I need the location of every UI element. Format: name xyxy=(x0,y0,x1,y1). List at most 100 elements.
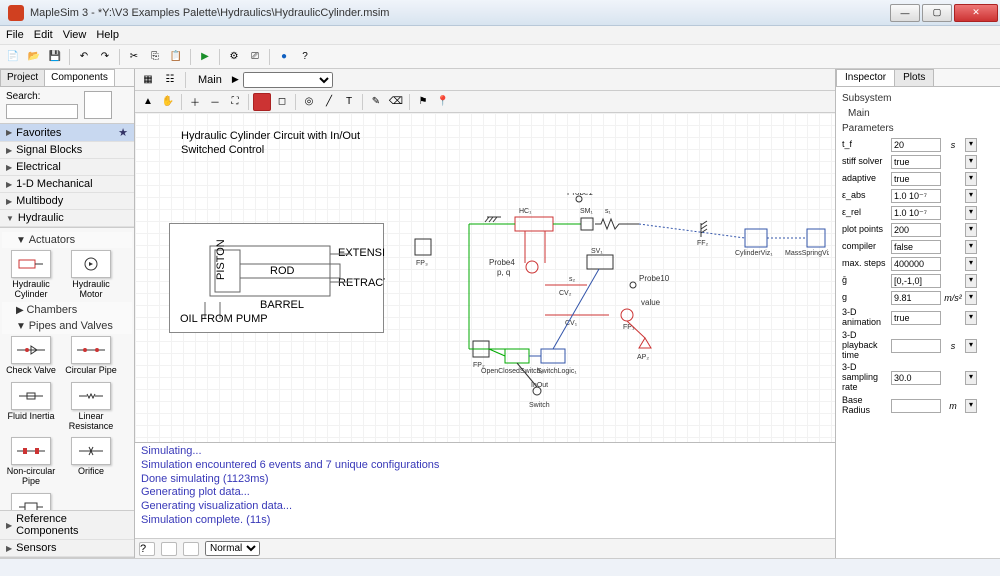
param-dropdown[interactable]: ▾ xyxy=(965,206,977,220)
subcat-pipes[interactable]: ▼ Pipes and Valves xyxy=(2,318,132,334)
param-dropdown[interactable]: ▾ xyxy=(965,155,977,169)
probe-icon[interactable]: ◎ xyxy=(300,93,318,111)
param-dropdown[interactable]: ▾ xyxy=(965,240,977,254)
param-input[interactable] xyxy=(891,172,941,186)
redo-icon[interactable]: ↷ xyxy=(96,48,114,66)
param-dropdown[interactable]: ▾ xyxy=(965,223,977,237)
cat-electrical[interactable]: ▶Electrical xyxy=(0,159,134,176)
param-input[interactable] xyxy=(891,240,941,254)
cut-icon[interactable]: ✂ xyxy=(125,48,143,66)
console-clear-icon[interactable] xyxy=(161,542,177,556)
param-dropdown[interactable]: ▾ xyxy=(965,138,977,152)
pal-circular-pipe[interactable]: Circular Pipe xyxy=(62,334,120,378)
param-input[interactable] xyxy=(891,138,941,152)
param-dropdown[interactable]: ▾ xyxy=(965,291,977,305)
view-grid-icon[interactable]: ▦ xyxy=(139,71,157,89)
zoom-fit-icon[interactable]: ⛶ xyxy=(226,93,244,111)
param-dropdown[interactable]: ▾ xyxy=(965,189,977,203)
console-mode-select[interactable]: Normal xyxy=(205,541,260,556)
open-icon[interactable]: 📂 xyxy=(25,48,43,66)
pal-hydraulic-cylinder[interactable]: Hydraulic Cylinder xyxy=(2,248,60,302)
param-dropdown[interactable]: ▾ xyxy=(965,172,977,186)
param-input[interactable] xyxy=(891,291,941,305)
text-icon[interactable]: T xyxy=(340,93,358,111)
run-icon[interactable]: ▶ xyxy=(196,48,214,66)
param-dropdown[interactable]: ▾ xyxy=(965,339,977,353)
param-input[interactable] xyxy=(891,155,941,169)
pal-linear-resistance[interactable]: Linear Resistance xyxy=(62,380,120,434)
eraser-icon[interactable]: ⌫ xyxy=(387,93,405,111)
tool-b-icon[interactable]: ⎚ xyxy=(246,48,264,66)
menu-view[interactable]: View xyxy=(63,29,87,41)
pal-check-valve[interactable]: Check Valve xyxy=(2,334,60,378)
tab-project[interactable]: Project xyxy=(0,69,45,86)
reference-diagram: PISTON ROD EXTENSION RETRACTION BARREL O… xyxy=(169,223,384,333)
subcat-chambers[interactable]: ▶ Chambers xyxy=(2,302,132,318)
param-input[interactable] xyxy=(891,257,941,271)
cat-favorites[interactable]: ▶Favorites★ xyxy=(0,124,134,142)
param-input[interactable] xyxy=(891,274,941,288)
zoom-out-icon[interactable]: － xyxy=(206,93,224,111)
maximize-button[interactable]: ▢ xyxy=(922,4,952,22)
pal-non-circular-pipe[interactable]: Non-circular Pipe xyxy=(2,435,60,489)
param-row-7: max. steps▾ xyxy=(842,257,994,271)
undo-icon[interactable]: ↶ xyxy=(75,48,93,66)
param-dropdown[interactable]: ▾ xyxy=(965,399,977,413)
color-red-icon[interactable] xyxy=(253,93,271,111)
cat-reference-components[interactable]: ▶Reference Components xyxy=(0,511,134,540)
pal-hydraulic-motor[interactable]: Hydraulic Motor xyxy=(62,248,120,302)
cat-1d-mechanical[interactable]: ▶1-D Mechanical xyxy=(0,176,134,193)
pin-icon[interactable]: 📍 xyxy=(434,93,452,111)
tab-plots[interactable]: Plots xyxy=(894,69,934,86)
cat-hydraulic[interactable]: ▼Hydraulic xyxy=(0,210,134,227)
cat-sensors[interactable]: ▶Sensors xyxy=(0,540,134,557)
param-dropdown[interactable]: ▾ xyxy=(965,257,977,271)
breadcrumb-main[interactable]: Main xyxy=(192,73,228,87)
model-canvas[interactable]: Hydraulic Cylinder Circuit with In/Out S… xyxy=(135,113,835,442)
save-icon[interactable]: 💾 xyxy=(46,48,64,66)
minimize-button[interactable]: — xyxy=(890,4,920,22)
cat-multibody[interactable]: ▶Multibody xyxy=(0,193,134,210)
subcat-actuators[interactable]: ▼ Actuators xyxy=(2,232,132,248)
console-help-icon[interactable]: ? xyxy=(139,542,155,556)
param-dropdown[interactable]: ▾ xyxy=(965,311,977,325)
param-input[interactable] xyxy=(891,339,941,353)
line-icon[interactable]: ╱ xyxy=(320,93,338,111)
hand-icon[interactable]: ✋ xyxy=(159,93,177,111)
param-dropdown[interactable]: ▾ xyxy=(965,274,977,288)
pal-fluid-inertia[interactable]: Fluid Inertia xyxy=(2,380,60,434)
paste-icon[interactable]: 📋 xyxy=(167,48,185,66)
menu-edit[interactable]: Edit xyxy=(34,29,53,41)
param-input[interactable] xyxy=(891,311,941,325)
subsystem-select[interactable] xyxy=(243,72,333,88)
help-icon[interactable]: ? xyxy=(296,48,314,66)
new-icon[interactable]: 📄 xyxy=(4,48,22,66)
tool-a-icon[interactable]: ⚙ xyxy=(225,48,243,66)
svg-text:SwitchLogic₁: SwitchLogic₁ xyxy=(537,368,577,375)
tab-components[interactable]: Components xyxy=(44,69,115,86)
param-input[interactable] xyxy=(891,371,941,385)
flag-icon[interactable]: ⚑ xyxy=(414,93,432,111)
pointer-icon[interactable]: ▲ xyxy=(139,93,157,111)
copy-icon[interactable]: ⎘ xyxy=(146,48,164,66)
param-unit: s xyxy=(944,140,962,150)
close-button[interactable]: ✕ xyxy=(954,4,998,22)
zoom-in-icon[interactable]: ＋ xyxy=(186,93,204,111)
param-input[interactable] xyxy=(891,206,941,220)
pen-icon[interactable]: ✎ xyxy=(367,93,385,111)
cat-signal-blocks[interactable]: ▶Signal Blocks xyxy=(0,142,134,159)
param-input[interactable] xyxy=(891,223,941,237)
console-copy-icon[interactable] xyxy=(183,542,199,556)
info-icon[interactable]: ● xyxy=(275,48,293,66)
search-input[interactable] xyxy=(6,104,78,119)
menu-file[interactable]: File xyxy=(6,29,24,41)
shape-icon[interactable]: ◻ xyxy=(273,93,291,111)
pal-orifice[interactable]: Orifice xyxy=(62,435,120,489)
view-tree-icon[interactable]: ☷ xyxy=(161,71,179,89)
pal-spool-valve[interactable]: Spool Valve xyxy=(2,491,60,510)
menu-help[interactable]: Help xyxy=(96,29,119,41)
param-input[interactable] xyxy=(891,189,941,203)
param-dropdown[interactable]: ▾ xyxy=(965,371,977,385)
tab-inspector[interactable]: Inspector xyxy=(836,69,895,86)
param-input[interactable] xyxy=(891,399,941,413)
